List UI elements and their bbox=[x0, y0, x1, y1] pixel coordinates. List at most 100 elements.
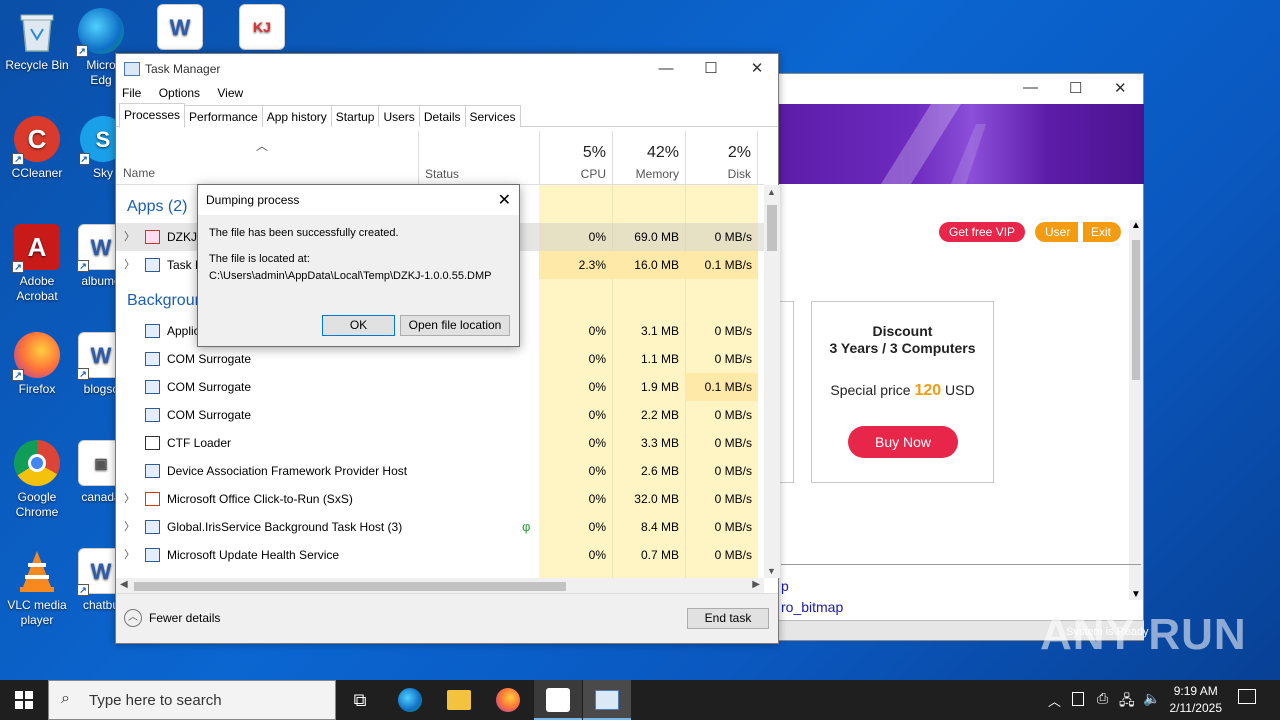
menu-file[interactable]: File bbox=[122, 83, 141, 103]
expand-icon[interactable]: 〉 bbox=[124, 541, 135, 569]
menu-options[interactable]: Options bbox=[159, 83, 200, 103]
scroll-down-icon[interactable]: ▼ bbox=[1131, 589, 1141, 600]
taskbar: ⌕ Type here to search ⧉ ︿ ⎙ 🖧 🔈 9:19 AM … bbox=[0, 680, 1280, 720]
dialog-file-path: C:\Users\admin\AppData\Local\Temp\DZKJ-1… bbox=[209, 270, 492, 282]
desktop-icon-recycle-bin[interactable]: Recycle Bin bbox=[0, 8, 74, 73]
tab-app-history[interactable]: App history bbox=[261, 105, 332, 127]
fewer-details-link[interactable]: Fewer details bbox=[149, 611, 220, 625]
taskbar-search-box[interactable]: ⌕ Type here to search bbox=[48, 680, 336, 720]
app-window-icon bbox=[145, 464, 160, 478]
tab-users[interactable]: Users bbox=[378, 105, 420, 127]
minimize-button[interactable]: — bbox=[643, 54, 689, 83]
close-icon[interactable]: ✕ bbox=[1114, 79, 1127, 97]
user-button[interactable]: User bbox=[1035, 222, 1079, 242]
task-manager-taskbar-item[interactable] bbox=[583, 680, 631, 720]
process-name: Microsoft Update Health Service bbox=[167, 548, 340, 562]
dumping-process-dialog[interactable]: Dumping process ✕ The file has been succ… bbox=[197, 184, 520, 347]
column-disk[interactable]: 2% Disk bbox=[685, 131, 758, 185]
table-row[interactable]: 〉 Microsoft Update Health Service 0% 0.7… bbox=[116, 541, 764, 569]
tab-processes[interactable]: Processes bbox=[119, 103, 186, 128]
notification-icon[interactable] bbox=[1238, 689, 1256, 704]
table-row[interactable]: COM Surrogate 0% 1.9 MB 0.1 MB/s bbox=[116, 373, 764, 401]
disk-value: 0 MB/s bbox=[714, 548, 752, 562]
task-view-icon[interactable]: ⧉ bbox=[348, 688, 372, 712]
close-button[interactable]: ✕ bbox=[734, 54, 780, 83]
volume-icon[interactable]: 🔈 bbox=[1143, 690, 1160, 707]
table-row[interactable]: 〉 Global.IrisService Background Task Hos… bbox=[116, 513, 764, 541]
file-explorer-icon[interactable] bbox=[447, 690, 471, 710]
tab-startup[interactable]: Startup bbox=[330, 105, 380, 127]
tab-details[interactable]: Details bbox=[418, 105, 466, 127]
close-icon[interactable]: ✕ bbox=[498, 190, 511, 210]
process-list-hscroll[interactable]: ◀ ▶ bbox=[116, 578, 764, 594]
column-cpu[interactable]: 5% CPU bbox=[539, 131, 612, 185]
table-row[interactable]: 〉 Microsoft Office Click-to-Run (SxS) 0%… bbox=[116, 485, 764, 513]
expand-icon[interactable]: 〉 bbox=[124, 251, 135, 279]
tray-app-icon[interactable] bbox=[1072, 692, 1084, 706]
edge-taskbar-icon[interactable] bbox=[398, 688, 422, 712]
maximize-button[interactable]: ☐ bbox=[688, 54, 734, 83]
column-status-cell[interactable]: Status bbox=[418, 131, 539, 185]
fewer-details-icon[interactable]: ︿ bbox=[124, 609, 142, 627]
tray-chevron-icon[interactable]: ︿ bbox=[1048, 691, 1061, 710]
column-name[interactable]: Name bbox=[123, 166, 155, 180]
table-row[interactable]: COM Surrogate 0% 2.2 MB 0 MB/s bbox=[116, 401, 764, 429]
desktop-icon-vlc[interactable]: VLC media player bbox=[0, 548, 74, 628]
desktop-icon-dzkj-top[interactable]: KJ bbox=[232, 4, 292, 54]
get-free-vip-button[interactable]: Get free VIP bbox=[939, 222, 1026, 242]
menu-view[interactable]: View bbox=[217, 83, 243, 103]
ok-button[interactable]: OK bbox=[322, 315, 395, 336]
table-row[interactable]: Device Association Framework Provider Ho… bbox=[116, 457, 764, 485]
sort-arrow-icon: ︿ bbox=[256, 139, 269, 153]
background-window-scrollbar[interactable]: ▲ ▼ bbox=[1129, 220, 1143, 600]
scroll-down-icon[interactable]: ▼ bbox=[767, 566, 776, 576]
section-apps: Apps (2) bbox=[127, 198, 188, 215]
cpu-value: 0% bbox=[588, 492, 606, 506]
process-name: Applic bbox=[167, 324, 200, 338]
scroll-left-icon[interactable]: ◀ bbox=[120, 579, 128, 590]
desktop-icon-word-top[interactable]: W bbox=[150, 4, 210, 54]
end-task-button[interactable]: End task bbox=[687, 608, 769, 629]
expand-icon[interactable]: 〉 bbox=[124, 513, 135, 541]
scrollbar-thumb[interactable] bbox=[1132, 240, 1140, 380]
scroll-up-icon[interactable]: ▲ bbox=[767, 187, 776, 197]
process-list-vscroll[interactable]: ▲ ▼ bbox=[764, 185, 780, 578]
scrollbar-thumb[interactable] bbox=[767, 205, 777, 251]
table-row[interactable]: COM Surrogate 0% 1.1 MB 0 MB/s bbox=[116, 345, 764, 373]
exit-button[interactable]: Exit bbox=[1083, 222, 1122, 242]
table-row[interactable]: CTF Loader 0% 3.3 MB 0 MB/s bbox=[116, 429, 764, 457]
suspended-leaf-icon: φ bbox=[522, 519, 531, 534]
start-button[interactable] bbox=[0, 680, 48, 720]
firefox-taskbar-icon[interactable] bbox=[496, 688, 520, 712]
network-icon[interactable]: 🖧 bbox=[1119, 690, 1135, 714]
buy-now-button[interactable]: Buy Now bbox=[848, 426, 958, 458]
open-file-location-button[interactable]: Open file location bbox=[400, 315, 510, 336]
desktop-icon-chrome[interactable]: Google Chrome bbox=[0, 440, 74, 520]
task-manager-titlebar[interactable]: Task Manager — ☐ ✕ bbox=[116, 54, 778, 83]
maximize-icon[interactable]: ☐ bbox=[1069, 79, 1082, 97]
task-manager-window[interactable]: Task Manager — ☐ ✕ File Options View Pro… bbox=[115, 53, 780, 644]
task-manager-footer: ︿ Fewer details End task bbox=[116, 593, 778, 643]
taskbar-clock[interactable]: 9:19 AM 2/11/2025 bbox=[1170, 683, 1223, 717]
tab-services[interactable]: Services bbox=[464, 105, 521, 127]
link-bitmap-2[interactable]: ro_bitmap bbox=[781, 599, 843, 615]
background-browser-window[interactable]: — ☐ ✕ Get free VIP User Exit Discount 3 … bbox=[759, 73, 1144, 641]
desktop-icon-acrobat[interactable]: A ↗ Adobe Acrobat bbox=[0, 224, 74, 304]
tab-performance[interactable]: Performance bbox=[184, 105, 263, 127]
dzkj-taskbar-item[interactable] bbox=[534, 680, 582, 720]
expand-icon[interactable]: 〉 bbox=[124, 223, 135, 251]
cpu-label: CPU bbox=[580, 167, 606, 181]
tray-device-icon[interactable]: ⎙ bbox=[1097, 690, 1108, 707]
minimize-icon[interactable]: — bbox=[1023, 79, 1038, 96]
expand-icon[interactable]: 〉 bbox=[124, 485, 135, 513]
cpu-value: 0% bbox=[588, 324, 606, 338]
desktop-icon-firefox[interactable]: ↗ Firefox bbox=[0, 332, 74, 397]
desktop-icon-ccleaner[interactable]: C ↗ CCleaner bbox=[0, 116, 74, 181]
column-memory[interactable]: 42% Memory bbox=[612, 131, 685, 185]
app-window-icon bbox=[145, 548, 160, 562]
scrollbar-thumb[interactable] bbox=[134, 582, 566, 591]
scroll-right-icon[interactable]: ▶ bbox=[752, 579, 760, 590]
scroll-up-icon[interactable]: ▲ bbox=[1131, 220, 1141, 231]
link-bitmap-1[interactable]: p bbox=[781, 578, 789, 594]
special-price-label: Special price bbox=[830, 382, 911, 398]
